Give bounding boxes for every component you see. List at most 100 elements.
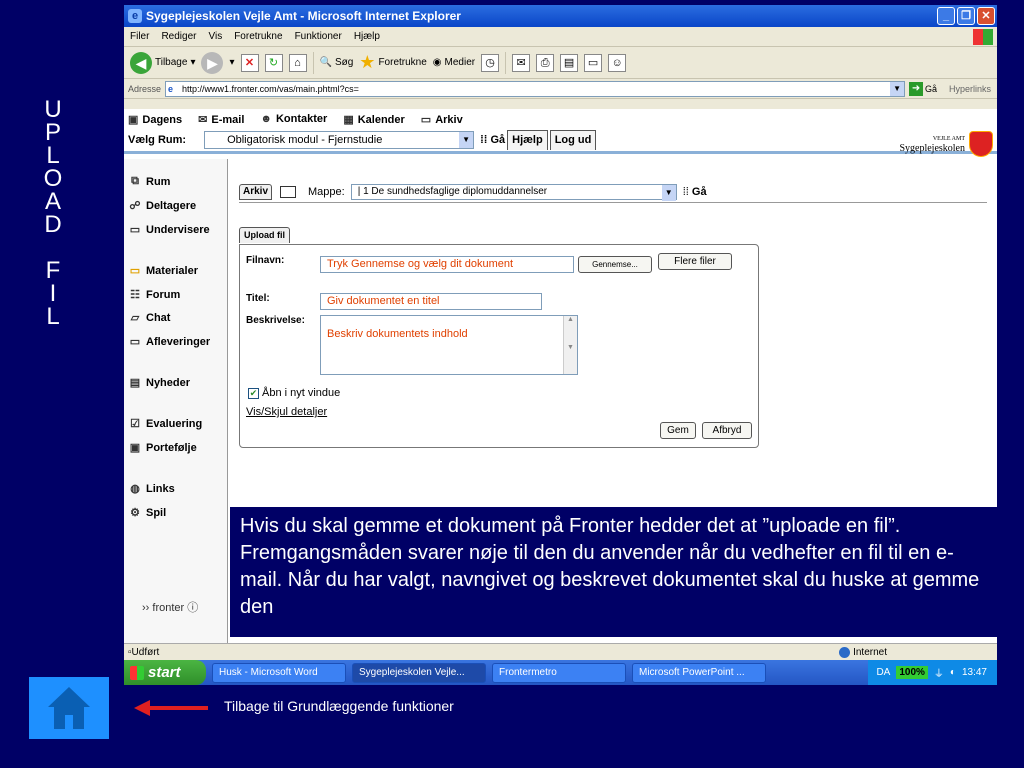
archive-tab[interactable]: Arkiv <box>239 183 273 200</box>
calendar-day-icon: ▣ <box>128 113 139 126</box>
help-button[interactable]: Hjælp <box>507 130 548 150</box>
nav-dagens[interactable]: ▣ Dagens <box>128 113 182 126</box>
nav-email[interactable]: ✉ E-mail <box>198 113 244 126</box>
search-button-label: Søg <box>334 57 354 68</box>
menu-help[interactable]: Hjælp <box>354 31 380 42</box>
taskbar-item-word[interactable]: Husk - Microsoft Word <box>212 662 346 683</box>
start-button[interactable]: start <box>124 660 206 685</box>
sidebar-item-undervisere[interactable]: ▭ Undervisere <box>128 223 210 237</box>
left-arrow-icon[interactable] <box>134 700 208 716</box>
chevron-down-icon[interactable]: ▼ <box>661 184 676 201</box>
chevron-down-icon[interactable]: ▼ <box>890 81 905 96</box>
taskbar-item-ie[interactable]: Sygeplejeskolen Vejle... <box>352 662 486 683</box>
upload-tab[interactable]: Upload fil <box>239 227 290 243</box>
taskbar-item-folder[interactable]: Frontermetro <box>492 662 626 683</box>
nav-calendar[interactable]: ▦ Kalender <box>343 113 404 126</box>
title-letter: A <box>44 188 61 215</box>
links-toolbar[interactable]: Hyperlinks <box>949 84 991 94</box>
maximize-button[interactable]: ❐ <box>957 7 975 25</box>
title-letter: P <box>44 119 61 146</box>
stop-icon[interactable]: ✕ <box>240 53 259 72</box>
zoom-indicator[interactable]: 100% <box>896 666 928 679</box>
sidebar-item-portefolje[interactable]: ▣ Portefølje <box>128 441 197 455</box>
language-indicator[interactable]: DA <box>876 667 890 678</box>
toggle-details-link[interactable]: Vis/Skjul detaljer <box>246 406 327 418</box>
close-button[interactable]: ✕ <box>977 7 995 25</box>
folder-go-button[interactable]: ⁞⁞ Gå <box>683 186 707 198</box>
room-go-button[interactable]: ⁞⁞ Gå <box>480 134 505 146</box>
power-plug-icon[interactable]: ⏚ <box>934 665 944 680</box>
menu-file[interactable]: Filer <box>130 31 149 42</box>
status-bar: ▫ Udført Internet <box>124 643 997 660</box>
sidebar-item-afleveringer[interactable]: ▭ Afleveringer <box>128 335 210 349</box>
history-icon[interactable]: ◷ <box>481 53 500 72</box>
sidebar-item-label: Links <box>146 482 175 495</box>
open-new-window-checkbox[interactable]: ✔ Åbn i nyt vindue <box>248 387 340 399</box>
print-icon[interactable]: ⎙ <box>536 53 555 72</box>
mail-icon[interactable]: ✉ <box>512 53 531 72</box>
home-button[interactable] <box>29 677 109 739</box>
menu-edit[interactable]: Rediger <box>161 31 196 42</box>
filename-label: Filnavn: <box>246 255 285 266</box>
network-icon[interactable]: ◐ <box>950 667 956 678</box>
search-button[interactable]: 🔍 Søg <box>320 57 354 68</box>
nav-contacts[interactable]: ☻ Kontakter <box>260 113 327 125</box>
sidebar-item-evaluering[interactable]: ☑ Evaluering <box>128 417 202 431</box>
back-to-basics-link[interactable]: Tilbage til Grundlæggende funktioner <box>224 698 454 714</box>
media-button[interactable]: ◉ Medier <box>433 57 475 68</box>
go-button[interactable]: ➜ Gå <box>909 81 937 96</box>
media-button-label: Medier <box>444 57 476 68</box>
nav-email-label: E-mail <box>211 113 245 126</box>
sidebar-item-label: Deltagere <box>146 199 197 212</box>
folder-select[interactable]: | 1 De sundhedsfaglige diplomuddannelser… <box>350 183 677 201</box>
filename-input[interactable]: Tryk Gennemse og vælg dit dokument <box>320 256 574 273</box>
sidebar-item-materialer[interactable]: ▭ Materialer <box>128 264 198 278</box>
save-button[interactable]: Gem <box>660 422 696 439</box>
home-icon[interactable]: ⌂ <box>288 53 307 72</box>
cancel-button[interactable]: Afbryd <box>702 422 752 439</box>
description-textarea[interactable]: Beskriv dokumentets indhold ▲ ▼ <box>320 315 578 375</box>
school-logo: VEJLE AMT Sygeplejeskolen <box>899 131 993 157</box>
open-new-window-label: Åbn i nyt vindue <box>262 387 341 399</box>
scrollbar[interactable]: ▲ ▼ <box>563 316 577 374</box>
edit-icon[interactable]: ▤ <box>560 53 579 72</box>
more-files-button[interactable]: Flere filer <box>658 253 732 270</box>
folder-icon: ▭ <box>129 336 141 348</box>
menu-tools[interactable]: Funktioner <box>295 31 342 42</box>
browse-button[interactable]: Gennemse... <box>578 256 652 273</box>
chevron-down-icon[interactable]: ▾ <box>190 57 195 68</box>
back-button[interactable]: ◀ Tilbage ▾ <box>130 51 195 74</box>
title-letter: L <box>46 303 60 330</box>
messenger-icon[interactable]: ☺ <box>608 53 627 72</box>
minimize-button[interactable]: _ <box>937 7 955 25</box>
sidebar-item-nyheder[interactable]: ▤ Nyheder <box>128 376 190 390</box>
notes-icon[interactable]: ▭ <box>584 53 603 72</box>
menu-view[interactable]: Vis <box>208 31 222 42</box>
sidebar-item-links[interactable]: ◍ Links <box>128 482 175 496</box>
logout-button[interactable]: Log ud <box>549 130 597 150</box>
chevron-down-icon[interactable]: ▾ <box>229 57 234 68</box>
sidebar-item-forum[interactable]: ☷ Forum <box>128 288 180 302</box>
sidebar-item-deltagere[interactable]: ☍ Deltagere <box>128 199 197 213</box>
window-titlebar[interactable]: e Sygeplejeskolen Vejle Amt - Microsoft … <box>124 5 997 27</box>
refresh-icon[interactable]: ↻ <box>264 53 283 72</box>
title-letter: U <box>44 96 62 123</box>
nav-archive[interactable]: ▭ Arkiv <box>421 113 463 126</box>
logo-big-text: Sygeplejeskolen <box>899 143 965 154</box>
forward-arrow-icon[interactable]: ▶ <box>201 51 224 74</box>
nav-archive-label: Arkiv <box>435 113 463 126</box>
taskbar-item-powerpoint[interactable]: Microsoft PowerPoint ... <box>632 662 766 683</box>
participants-icon: ☍ <box>129 200 141 212</box>
address-input[interactable]: http://www1.fronter.com/vas/main.phtml?c… <box>165 80 906 97</box>
sidebar-item-spil[interactable]: ⚙ Spil <box>128 506 166 520</box>
chevron-down-icon[interactable]: ▼ <box>459 132 474 148</box>
room-select[interactable]: Obligatorisk modul - Fjernstudie ▼ <box>204 131 475 149</box>
menu-favorites[interactable]: Foretrukne <box>234 31 282 42</box>
title-input[interactable]: Giv dokumentet en titel <box>320 293 542 310</box>
upload-form: Filnavn: Tryk Gennemse og vælg dit dokum… <box>239 244 759 448</box>
sidebar-item-rum[interactable]: ⧉ Rum <box>128 175 170 188</box>
favorites-button[interactable]: ★ Foretrukne <box>359 52 427 73</box>
sidebar-item-chat[interactable]: ▱ Chat <box>128 311 171 325</box>
room-bar: Vælg Rum: Obligatorisk modul - Fjernstud… <box>124 129 997 157</box>
browser-window: e Sygeplejeskolen Vejle Amt - Microsoft … <box>124 5 997 685</box>
